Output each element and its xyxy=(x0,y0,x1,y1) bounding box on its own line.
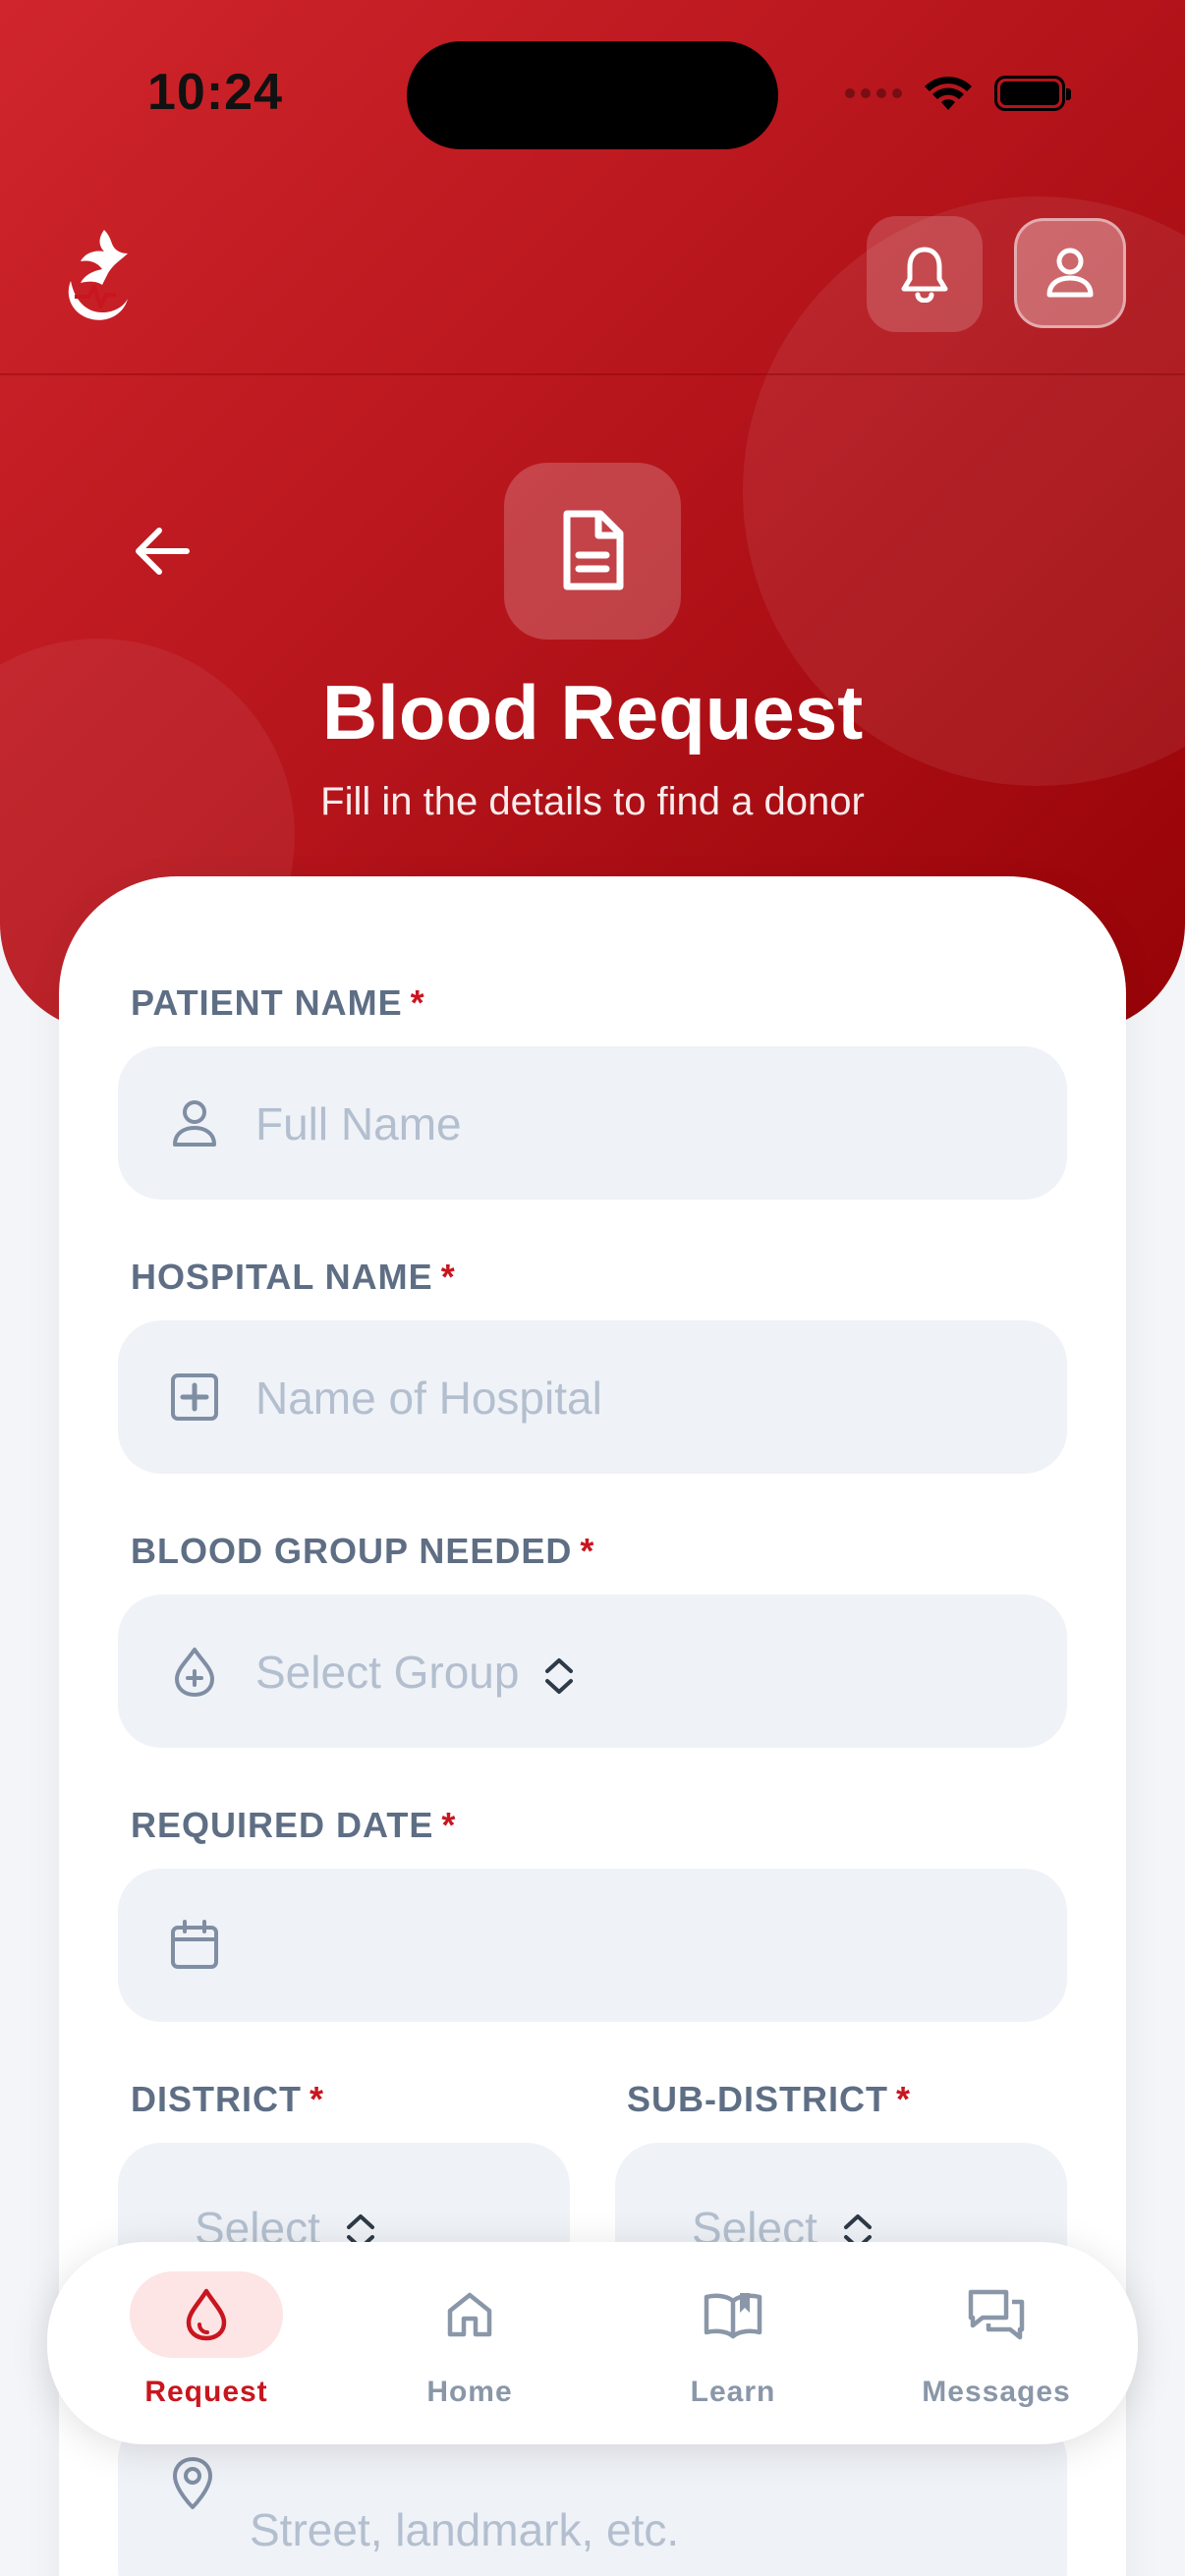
blood-group-label: BLOOD GROUP NEEDED * xyxy=(131,1531,595,1571)
patient-name-input[interactable]: Full Name xyxy=(118,1046,1067,1200)
bottom-tab-bar: Request Home Learn Messages xyxy=(47,2242,1138,2444)
back-button[interactable] xyxy=(130,519,195,584)
required-date-label: REQUIRED DATE * xyxy=(131,1805,457,1845)
battery-icon xyxy=(994,76,1071,111)
dove-heartbeat-icon[interactable] xyxy=(59,224,138,326)
patient-name-placeholder: Full Name xyxy=(255,1098,462,1149)
chat-bubbles-icon xyxy=(968,2289,1025,2340)
user-icon xyxy=(173,1100,216,1147)
page-subtitle: Fill in the details to find a donor xyxy=(320,780,865,823)
district-label: DISTRICT * xyxy=(131,2079,325,2119)
blood-drop-plus-icon xyxy=(175,1648,214,1697)
tab-messages-label: Messages xyxy=(922,2376,1071,2408)
blood-group-placeholder: Select Group xyxy=(255,1646,576,1699)
tab-learn-pill xyxy=(656,2271,810,2358)
bell-icon xyxy=(901,247,948,303)
tab-home-label: Home xyxy=(426,2376,513,2408)
document-icon-tile xyxy=(504,463,681,640)
status-time: 10:24 xyxy=(147,64,283,121)
topbar-divider xyxy=(0,373,1185,375)
document-icon xyxy=(563,510,624,590)
address-placeholder: Street, landmark, etc. xyxy=(250,2504,680,2555)
status-indicators xyxy=(845,69,1071,118)
home-icon xyxy=(447,2292,492,2337)
tab-home-pill xyxy=(393,2271,546,2358)
blood-group-select[interactable]: Select Group xyxy=(118,1595,1067,1748)
hospital-name-placeholder: Name of Hospital xyxy=(255,1372,602,1424)
tab-learn-label: Learn xyxy=(690,2376,776,2408)
user-icon xyxy=(1046,248,1094,298)
plus-square-icon xyxy=(171,1373,218,1421)
blood-drop-icon xyxy=(186,2288,227,2341)
tab-request-pill xyxy=(130,2271,283,2358)
hospital-name-input[interactable]: Name of Hospital xyxy=(118,1320,1067,1474)
calendar-icon xyxy=(171,1920,218,1969)
chevron-up-down-icon xyxy=(545,1657,574,1694)
profile-button[interactable] xyxy=(1014,218,1126,328)
wifi-icon xyxy=(925,77,972,110)
sub-district-label: SUB-DISTRICT * xyxy=(627,2079,912,2119)
cellular-signal-icon xyxy=(845,88,902,98)
tab-request-label: Request xyxy=(144,2376,268,2408)
patient-name-label: PATIENT NAME * xyxy=(131,982,425,1023)
notifications-button[interactable] xyxy=(867,216,983,332)
tab-home[interactable]: Home xyxy=(364,2271,599,2429)
tab-request[interactable]: Request xyxy=(100,2271,336,2429)
required-date-input[interactable] xyxy=(118,1869,1067,2022)
dynamic-island xyxy=(407,41,778,149)
hospital-name-label: HOSPITAL NAME * xyxy=(131,1257,456,1297)
tab-learn[interactable]: Learn xyxy=(627,2271,863,2429)
tab-messages[interactable]: Messages xyxy=(890,2271,1126,2429)
book-open-icon xyxy=(704,2293,762,2339)
tab-messages-pill xyxy=(920,2271,1073,2358)
page-title: Blood Request xyxy=(321,669,864,756)
location-pin-icon xyxy=(173,2457,212,2509)
